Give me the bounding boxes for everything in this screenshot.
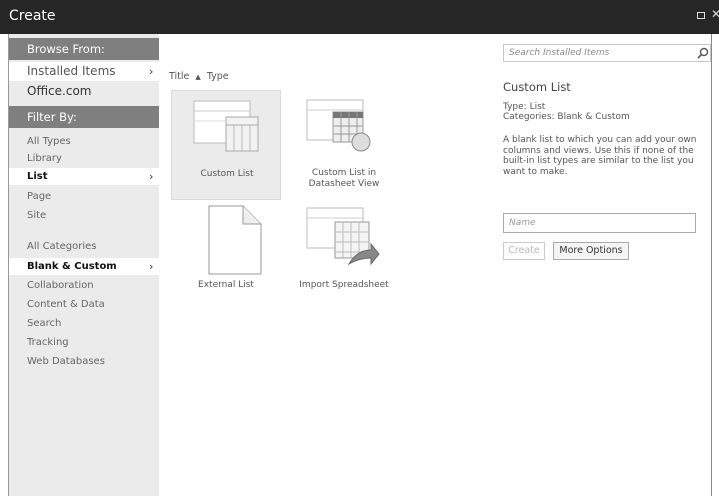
- custom-list-icon: [193, 100, 259, 152]
- template-label: Custom List: [200, 169, 254, 179]
- name-placeholder: Name: [509, 218, 536, 228]
- chevron-right-icon: ›: [149, 65, 154, 78]
- template-datasheet-list[interactable]: Custom List in Datasheet View: [289, 90, 399, 200]
- chevron-right-icon: ›: [149, 170, 154, 183]
- template-external-list[interactable]: External List: [171, 204, 281, 314]
- category-tracking[interactable]: Tracking: [9, 335, 159, 351]
- category-web-databases[interactable]: Web Databases: [9, 354, 159, 370]
- category-blank-custom[interactable]: Blank & Custom ›: [9, 258, 159, 275]
- name-input[interactable]: Name: [503, 213, 696, 233]
- sort-by-title[interactable]: Title: [169, 71, 189, 82]
- create-button[interactable]: Create: [503, 242, 545, 260]
- filter-all-types[interactable]: All Types: [9, 134, 159, 150]
- details-title: Custom List: [503, 80, 571, 94]
- left-navigation: Browse From: Installed Items › Office.co…: [8, 34, 160, 496]
- template-import-spreadsheet[interactable]: Import Spreadsheet: [289, 204, 399, 314]
- category-content-data[interactable]: Content & Data: [9, 297, 159, 313]
- import-spreadsheet-icon: [306, 207, 380, 266]
- title-bar: Create ✕: [0, 0, 719, 34]
- filter-page[interactable]: Page: [9, 189, 159, 205]
- template-label: Import Spreadsheet: [299, 280, 389, 290]
- template-custom-list[interactable]: Custom List: [171, 90, 281, 200]
- source-installed-items[interactable]: Installed Items ›: [9, 62, 159, 81]
- filter-list[interactable]: List ›: [9, 168, 159, 185]
- details-type: Type: List: [503, 102, 546, 112]
- category-search[interactable]: Search: [9, 316, 159, 332]
- window-title: Create: [9, 8, 56, 24]
- sort-by-type[interactable]: Type: [207, 71, 229, 82]
- template-label: External List: [198, 280, 254, 290]
- filter-by-header: Filter By:: [9, 106, 159, 128]
- browse-from-header: Browse From:: [9, 38, 159, 60]
- sort-ascending-icon: ▲: [195, 73, 201, 81]
- search-icon[interactable]: [697, 47, 709, 59]
- datasheet-list-icon: [306, 99, 371, 152]
- details-meta: Type: List Categories: Blank & Custom: [503, 102, 630, 122]
- filter-library[interactable]: Library: [9, 151, 159, 167]
- details-categories: Categories: Blank & Custom: [503, 112, 630, 122]
- external-list-icon: [208, 205, 262, 275]
- template-label: Custom List in Datasheet View: [308, 168, 380, 189]
- close-icon[interactable]: ✕: [711, 8, 719, 20]
- search-input[interactable]: Search Installed Items: [503, 44, 711, 62]
- chevron-right-icon: ›: [149, 260, 154, 273]
- search-placeholder: Search Installed Items: [509, 48, 610, 58]
- category-collaboration[interactable]: Collaboration: [9, 278, 159, 294]
- category-all-categories[interactable]: All Categories: [9, 239, 159, 255]
- source-office-com[interactable]: Office.com: [9, 82, 159, 101]
- maximize-icon[interactable]: [697, 12, 705, 19]
- details-description: A blank list to which you can add your o…: [503, 135, 697, 177]
- more-options-button[interactable]: More Options: [553, 242, 629, 260]
- sort-bar: Title ▲ Type: [169, 71, 229, 82]
- filter-site[interactable]: Site: [9, 208, 159, 224]
